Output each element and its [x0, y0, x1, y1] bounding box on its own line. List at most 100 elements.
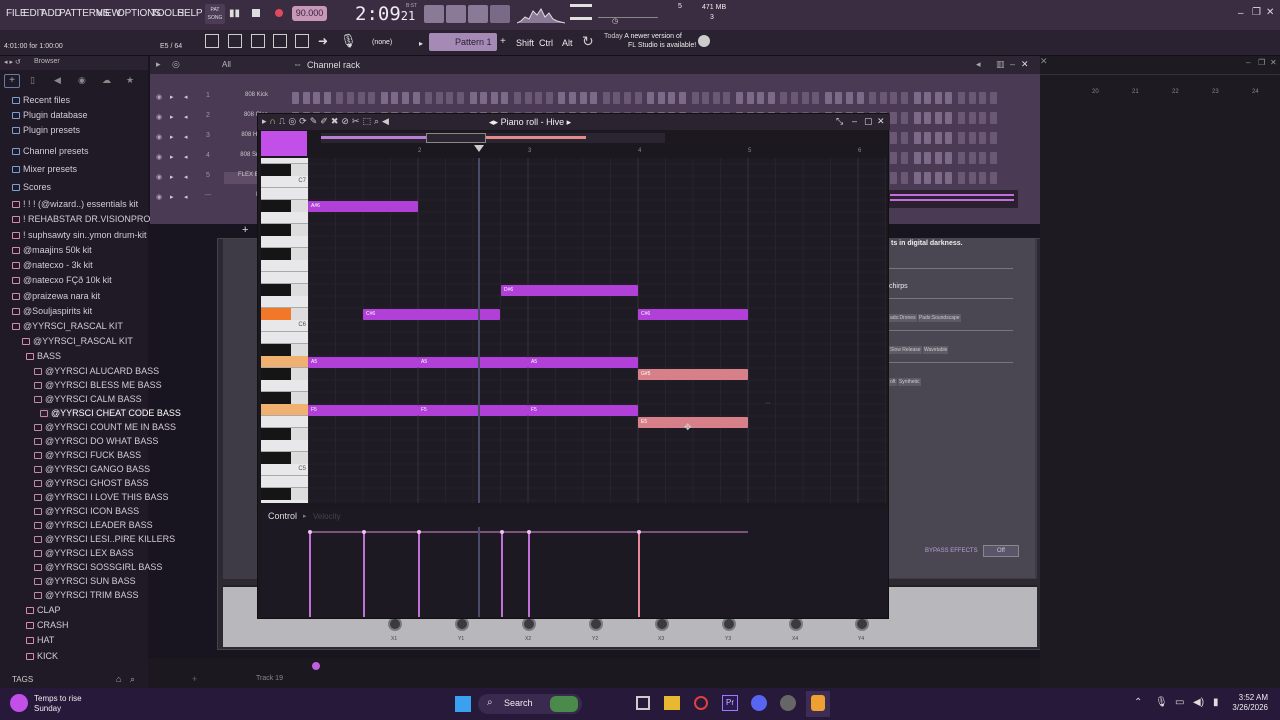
network-icon[interactable]: ▭	[1175, 697, 1184, 708]
channel-pan-icon[interactable]: ◂	[184, 153, 188, 161]
black-key[interactable]	[261, 392, 291, 404]
black-key[interactable]	[261, 488, 291, 500]
white-key[interactable]	[261, 380, 308, 392]
step-button[interactable]	[302, 92, 310, 104]
browser-item[interactable]: @YYRSCI GANGO BASS	[34, 464, 150, 474]
channel-number[interactable]: ---	[198, 192, 218, 204]
metronome-icon[interactable]	[490, 5, 510, 23]
playlist-icon[interactable]	[205, 34, 219, 48]
step-button[interactable]	[846, 92, 853, 104]
pat-song-toggle[interactable]: PAT SONG	[205, 4, 225, 24]
black-key[interactable]	[261, 200, 291, 212]
channel-rack-options-icon[interactable]: ◎	[172, 59, 180, 70]
plugin-tag[interactable]: Wavetable	[922, 346, 949, 354]
taskbar-clock[interactable]: 3:52 AM 3/26/2026	[1218, 693, 1268, 713]
browser-item[interactable]: @YYRSCI_RASCAL KIT	[12, 321, 123, 331]
snap-selector[interactable]: (none)	[372, 39, 392, 46]
step-button[interactable]	[989, 92, 997, 104]
browser-item[interactable]: @YYRSCI TRIM BASS	[34, 590, 139, 600]
task-view-icon[interactable]	[636, 696, 650, 710]
white-key[interactable]	[261, 500, 308, 503]
minimize-icon[interactable]: –	[1238, 8, 1244, 19]
black-key[interactable]	[261, 344, 291, 356]
white-key[interactable]	[261, 236, 308, 248]
channel-filter[interactable]: All	[222, 60, 231, 69]
browser-item[interactable]: @YYRSCI SOSSGIRL BASS	[34, 562, 162, 572]
news-panel[interactable]: Today A newer version of FL Studio is av…	[604, 32, 696, 50]
step-button[interactable]	[668, 92, 676, 104]
bypass-effects-toggle[interactable]: Off	[983, 545, 1019, 557]
step-button[interactable]	[524, 92, 532, 104]
browser-item[interactable]: Mixer presets	[12, 164, 77, 174]
browser-item[interactable]: @YYRSCI DO WHAT BASS	[34, 436, 158, 446]
microphone-icon[interactable]: 🎙	[340, 33, 357, 49]
magnet-icon[interactable]: ∩	[270, 116, 276, 127]
step-button[interactable]	[569, 92, 576, 104]
step-button[interactable]	[292, 92, 299, 104]
step-button[interactable]	[968, 152, 976, 164]
file-explorer-icon[interactable]	[664, 696, 680, 710]
right-panel-maximize-icon[interactable]: ❐	[1258, 58, 1265, 67]
step-button[interactable]	[979, 172, 987, 184]
weather-icon[interactable]	[10, 694, 28, 712]
step-button[interactable]	[657, 92, 665, 104]
step-button[interactable]	[901, 152, 908, 164]
select-icon[interactable]: ⬚	[362, 116, 371, 127]
channel-rack-graph-icon[interactable]: ▥	[996, 59, 1005, 70]
weather-widget[interactable]: Temps to rise Sunday	[34, 694, 82, 714]
step-button[interactable]	[746, 92, 754, 104]
channel-mute-icon[interactable]: ▸	[170, 93, 174, 101]
channel-pan-icon[interactable]: ◂	[184, 113, 188, 121]
browser-item[interactable]: @YYRSCI I LOVE THIS BASS	[34, 492, 169, 502]
taskbar-search[interactable]: ⌕ Search	[478, 694, 582, 714]
step-button[interactable]	[634, 92, 642, 104]
channel-mute-icon[interactable]: ▸	[170, 153, 174, 161]
white-key[interactable]	[261, 188, 308, 200]
browser-item[interactable]: ! ! ! (@wizard..) essentials kit	[12, 199, 138, 209]
note[interactable]: F5	[418, 404, 528, 416]
step-button[interactable]	[712, 92, 720, 104]
channel-mute-icon[interactable]: ▸	[170, 173, 174, 181]
piano-roll-close-icon[interactable]: ✕	[877, 116, 885, 127]
step-button[interactable]	[989, 152, 997, 164]
channel-number[interactable]: 5	[198, 172, 218, 184]
opera-icon[interactable]	[694, 696, 708, 710]
note[interactable]: E5	[638, 416, 748, 428]
step-button[interactable]	[480, 92, 488, 104]
step-button[interactable]	[934, 172, 942, 184]
step-button[interactable]	[934, 112, 942, 124]
channel-number[interactable]: 3	[198, 132, 218, 144]
step-button[interactable]	[757, 92, 765, 104]
browser-item[interactable]: KICK	[26, 651, 58, 661]
plugin-tag[interactable]: Slow Release	[889, 346, 922, 354]
browser-item[interactable]: @YYRSCI LEX BASS	[34, 548, 134, 558]
file-icon[interactable]: ▯	[30, 75, 35, 86]
star-icon[interactable]: ★	[126, 75, 134, 86]
step-button[interactable]	[812, 92, 820, 104]
white-key[interactable]: C6	[261, 320, 308, 332]
piano-keyboard[interactable]: C7 C6 C5	[261, 158, 308, 503]
menu-arrow-icon[interactable]: ▸	[262, 116, 267, 127]
channel-led-icon[interactable]: ◉	[156, 113, 162, 121]
channel-rack-close-icon[interactable]: ✕	[1021, 59, 1029, 70]
slice-icon[interactable]: ✂	[352, 116, 360, 127]
browser-item[interactable]: BASS	[26, 351, 61, 361]
record-button[interactable]	[275, 9, 283, 17]
step-button[interactable]	[402, 92, 409, 104]
step-button[interactable]	[824, 92, 832, 104]
fl-studio-taskbar[interactable]	[806, 691, 830, 717]
step-button[interactable]	[691, 92, 699, 104]
right-panel-minimize-icon[interactable]: –	[1246, 58, 1250, 67]
step-button[interactable]	[945, 92, 953, 104]
step-button[interactable]	[501, 92, 509, 104]
step-button[interactable]	[613, 92, 621, 104]
piano-roll-minimize-icon[interactable]: –	[852, 116, 857, 126]
browser-item[interactable]: @YYRSCI BLESS ME BASS	[34, 380, 162, 390]
step-button[interactable]	[924, 92, 932, 104]
browser-item[interactable]: HAT	[26, 635, 54, 645]
black-key[interactable]	[261, 368, 291, 380]
browser-item[interactable]: @maajins 50k kit	[12, 245, 92, 255]
note[interactable]: A5	[528, 356, 638, 368]
channel-led-icon[interactable]: ◉	[156, 133, 162, 141]
macro-knob[interactable]	[789, 617, 803, 631]
